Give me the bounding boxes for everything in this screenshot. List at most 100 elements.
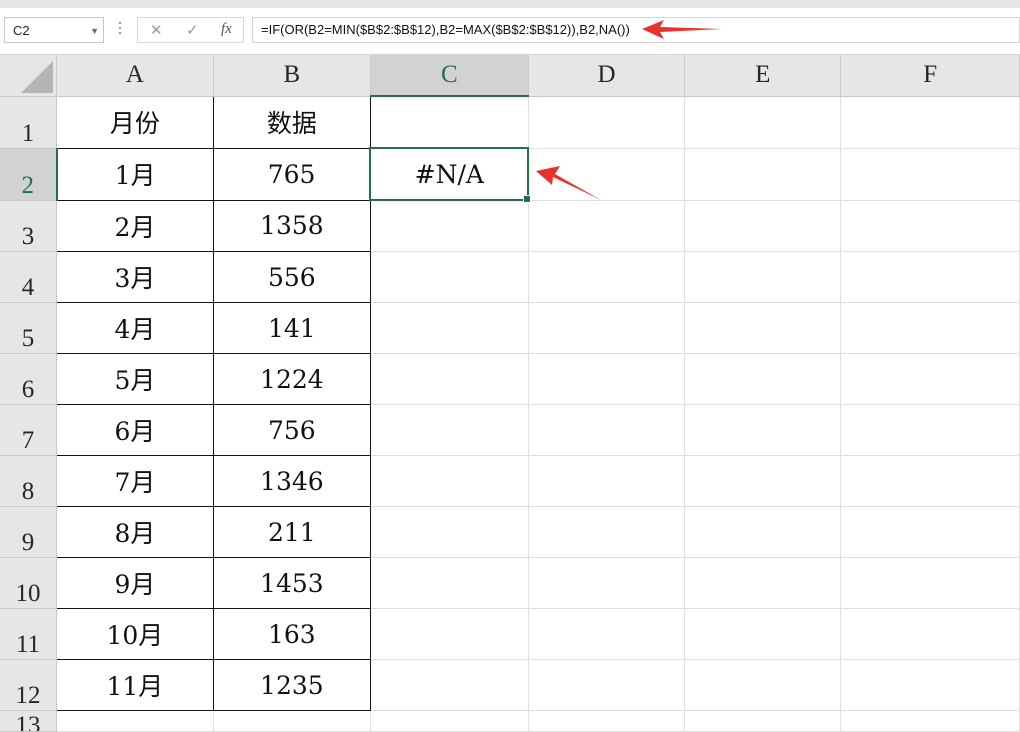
cell-c1[interactable] <box>370 96 529 149</box>
row-header[interactable]: 3 <box>0 200 58 252</box>
cell-f13[interactable] <box>840 710 1020 732</box>
cell-d13[interactable] <box>528 710 686 732</box>
cell-d9[interactable] <box>528 506 686 558</box>
row-header[interactable]: 4 <box>0 251 58 303</box>
row-header[interactable]: 9 <box>0 506 58 558</box>
row-header[interactable]: 6 <box>0 353 58 405</box>
confirm-icon[interactable]: ✓ <box>186 21 199 39</box>
cell-e9[interactable] <box>684 506 842 558</box>
cell-d3[interactable] <box>528 200 686 252</box>
cell-c10[interactable] <box>370 557 529 609</box>
select-all-corner[interactable] <box>0 55 58 97</box>
cell-f3[interactable] <box>840 200 1020 252</box>
cell-a3[interactable]: 2月 <box>56 199 214 252</box>
row-header[interactable]: 1 <box>0 96 58 149</box>
cell-b4[interactable]: 556 <box>212 251 371 303</box>
cell-a4[interactable]: 3月 <box>56 251 214 303</box>
cell-a13[interactable] <box>56 710 214 732</box>
row-header[interactable]: 8 <box>0 455 58 507</box>
cell-f4[interactable] <box>840 251 1020 303</box>
cell-e7[interactable] <box>684 404 842 456</box>
cell-f6[interactable] <box>840 353 1020 405</box>
cell-a12[interactable]: 11月 <box>56 659 214 711</box>
cell-c7[interactable] <box>370 404 529 456</box>
row-header[interactable]: 13 <box>0 710 58 732</box>
cell-c11[interactable] <box>370 608 529 660</box>
cell-d10[interactable] <box>528 557 686 609</box>
column-header-c[interactable]: C <box>370 55 529 97</box>
cell-a1[interactable]: 月份 <box>56 95 214 149</box>
cell-e4[interactable] <box>684 251 842 303</box>
cell-e2[interactable] <box>684 148 842 201</box>
cell-a10[interactable]: 9月 <box>56 557 214 609</box>
cell-a5[interactable]: 4月 <box>56 302 214 354</box>
cell-b1[interactable]: 数据 <box>212 95 371 149</box>
column-header-d[interactable]: D <box>528 55 686 97</box>
cell-c4[interactable] <box>370 251 529 303</box>
cell-a9[interactable]: 8月 <box>56 506 214 558</box>
cell-c6[interactable] <box>370 353 529 405</box>
cell-d6[interactable] <box>528 353 686 405</box>
cell-f11[interactable] <box>840 608 1020 660</box>
cell-f5[interactable] <box>840 302 1020 354</box>
cell-a2[interactable]: 1月 <box>56 147 214 201</box>
cell-d11[interactable] <box>528 608 686 660</box>
cell-b6[interactable]: 1224 <box>212 353 371 405</box>
insert-function-icon[interactable]: fx <box>221 21 232 38</box>
name-box[interactable]: C2 ▼ <box>4 17 104 43</box>
cell-b11[interactable]: 163 <box>212 608 371 660</box>
cell-e6[interactable] <box>684 353 842 405</box>
cell-a7[interactable]: 6月 <box>56 404 214 456</box>
cell-d7[interactable] <box>528 404 686 456</box>
cell-d12[interactable] <box>528 659 686 711</box>
row-header[interactable]: 12 <box>0 659 58 711</box>
cell-f1[interactable] <box>840 96 1020 149</box>
column-header-b[interactable]: B <box>213 55 371 97</box>
cell-b5[interactable]: 141 <box>212 302 371 354</box>
cell-d1[interactable] <box>528 96 686 149</box>
cell-b13[interactable] <box>213 710 371 732</box>
cell-b7[interactable]: 756 <box>212 404 371 456</box>
cell-b2[interactable]: 765 <box>212 147 371 201</box>
cell-e11[interactable] <box>684 608 842 660</box>
cell-e10[interactable] <box>684 557 842 609</box>
cell-f2[interactable] <box>840 148 1020 201</box>
cell-f9[interactable] <box>840 506 1020 558</box>
cell-b8[interactable]: 1346 <box>212 455 371 507</box>
row-header[interactable]: 5 <box>0 302 58 354</box>
row-header[interactable]: 10 <box>0 557 58 609</box>
cell-c8[interactable] <box>370 455 529 507</box>
cell-d4[interactable] <box>528 251 686 303</box>
cell-f7[interactable] <box>840 404 1020 456</box>
row-header[interactable]: 2 <box>0 148 58 201</box>
chevron-down-icon[interactable]: ▼ <box>90 26 99 36</box>
cell-a6[interactable]: 5月 <box>56 353 214 405</box>
cell-c3[interactable] <box>370 200 529 252</box>
cell-d8[interactable] <box>528 455 686 507</box>
cell-e13[interactable] <box>684 710 842 732</box>
cell-a11[interactable]: 10月 <box>56 608 214 660</box>
cell-c12[interactable] <box>370 659 529 711</box>
cancel-icon[interactable]: ✕ <box>150 21 163 39</box>
cell-e12[interactable] <box>684 659 842 711</box>
cell-b12[interactable]: 1235 <box>212 659 371 711</box>
cell-c9[interactable] <box>370 506 529 558</box>
cell-e8[interactable] <box>684 455 842 507</box>
cell-e1[interactable] <box>684 96 842 149</box>
cell-f12[interactable] <box>840 659 1020 711</box>
cell-b3[interactable]: 1358 <box>212 199 371 252</box>
column-header-e[interactable]: E <box>684 55 842 97</box>
drag-handle-icon[interactable] <box>118 22 122 38</box>
cell-d5[interactable] <box>528 302 686 354</box>
cell-b9[interactable]: 211 <box>212 506 371 558</box>
cell-e3[interactable] <box>684 200 842 252</box>
row-header[interactable]: 7 <box>0 404 58 456</box>
column-header-f[interactable]: F <box>840 55 1020 97</box>
row-header[interactable]: 11 <box>0 608 58 660</box>
cell-c13[interactable] <box>370 710 529 732</box>
cell-c5[interactable] <box>370 302 529 354</box>
cell-a8[interactable]: 7月 <box>56 455 214 507</box>
cell-f10[interactable] <box>840 557 1020 609</box>
cell-b10[interactable]: 1453 <box>212 557 371 609</box>
column-header-a[interactable]: A <box>56 55 214 97</box>
